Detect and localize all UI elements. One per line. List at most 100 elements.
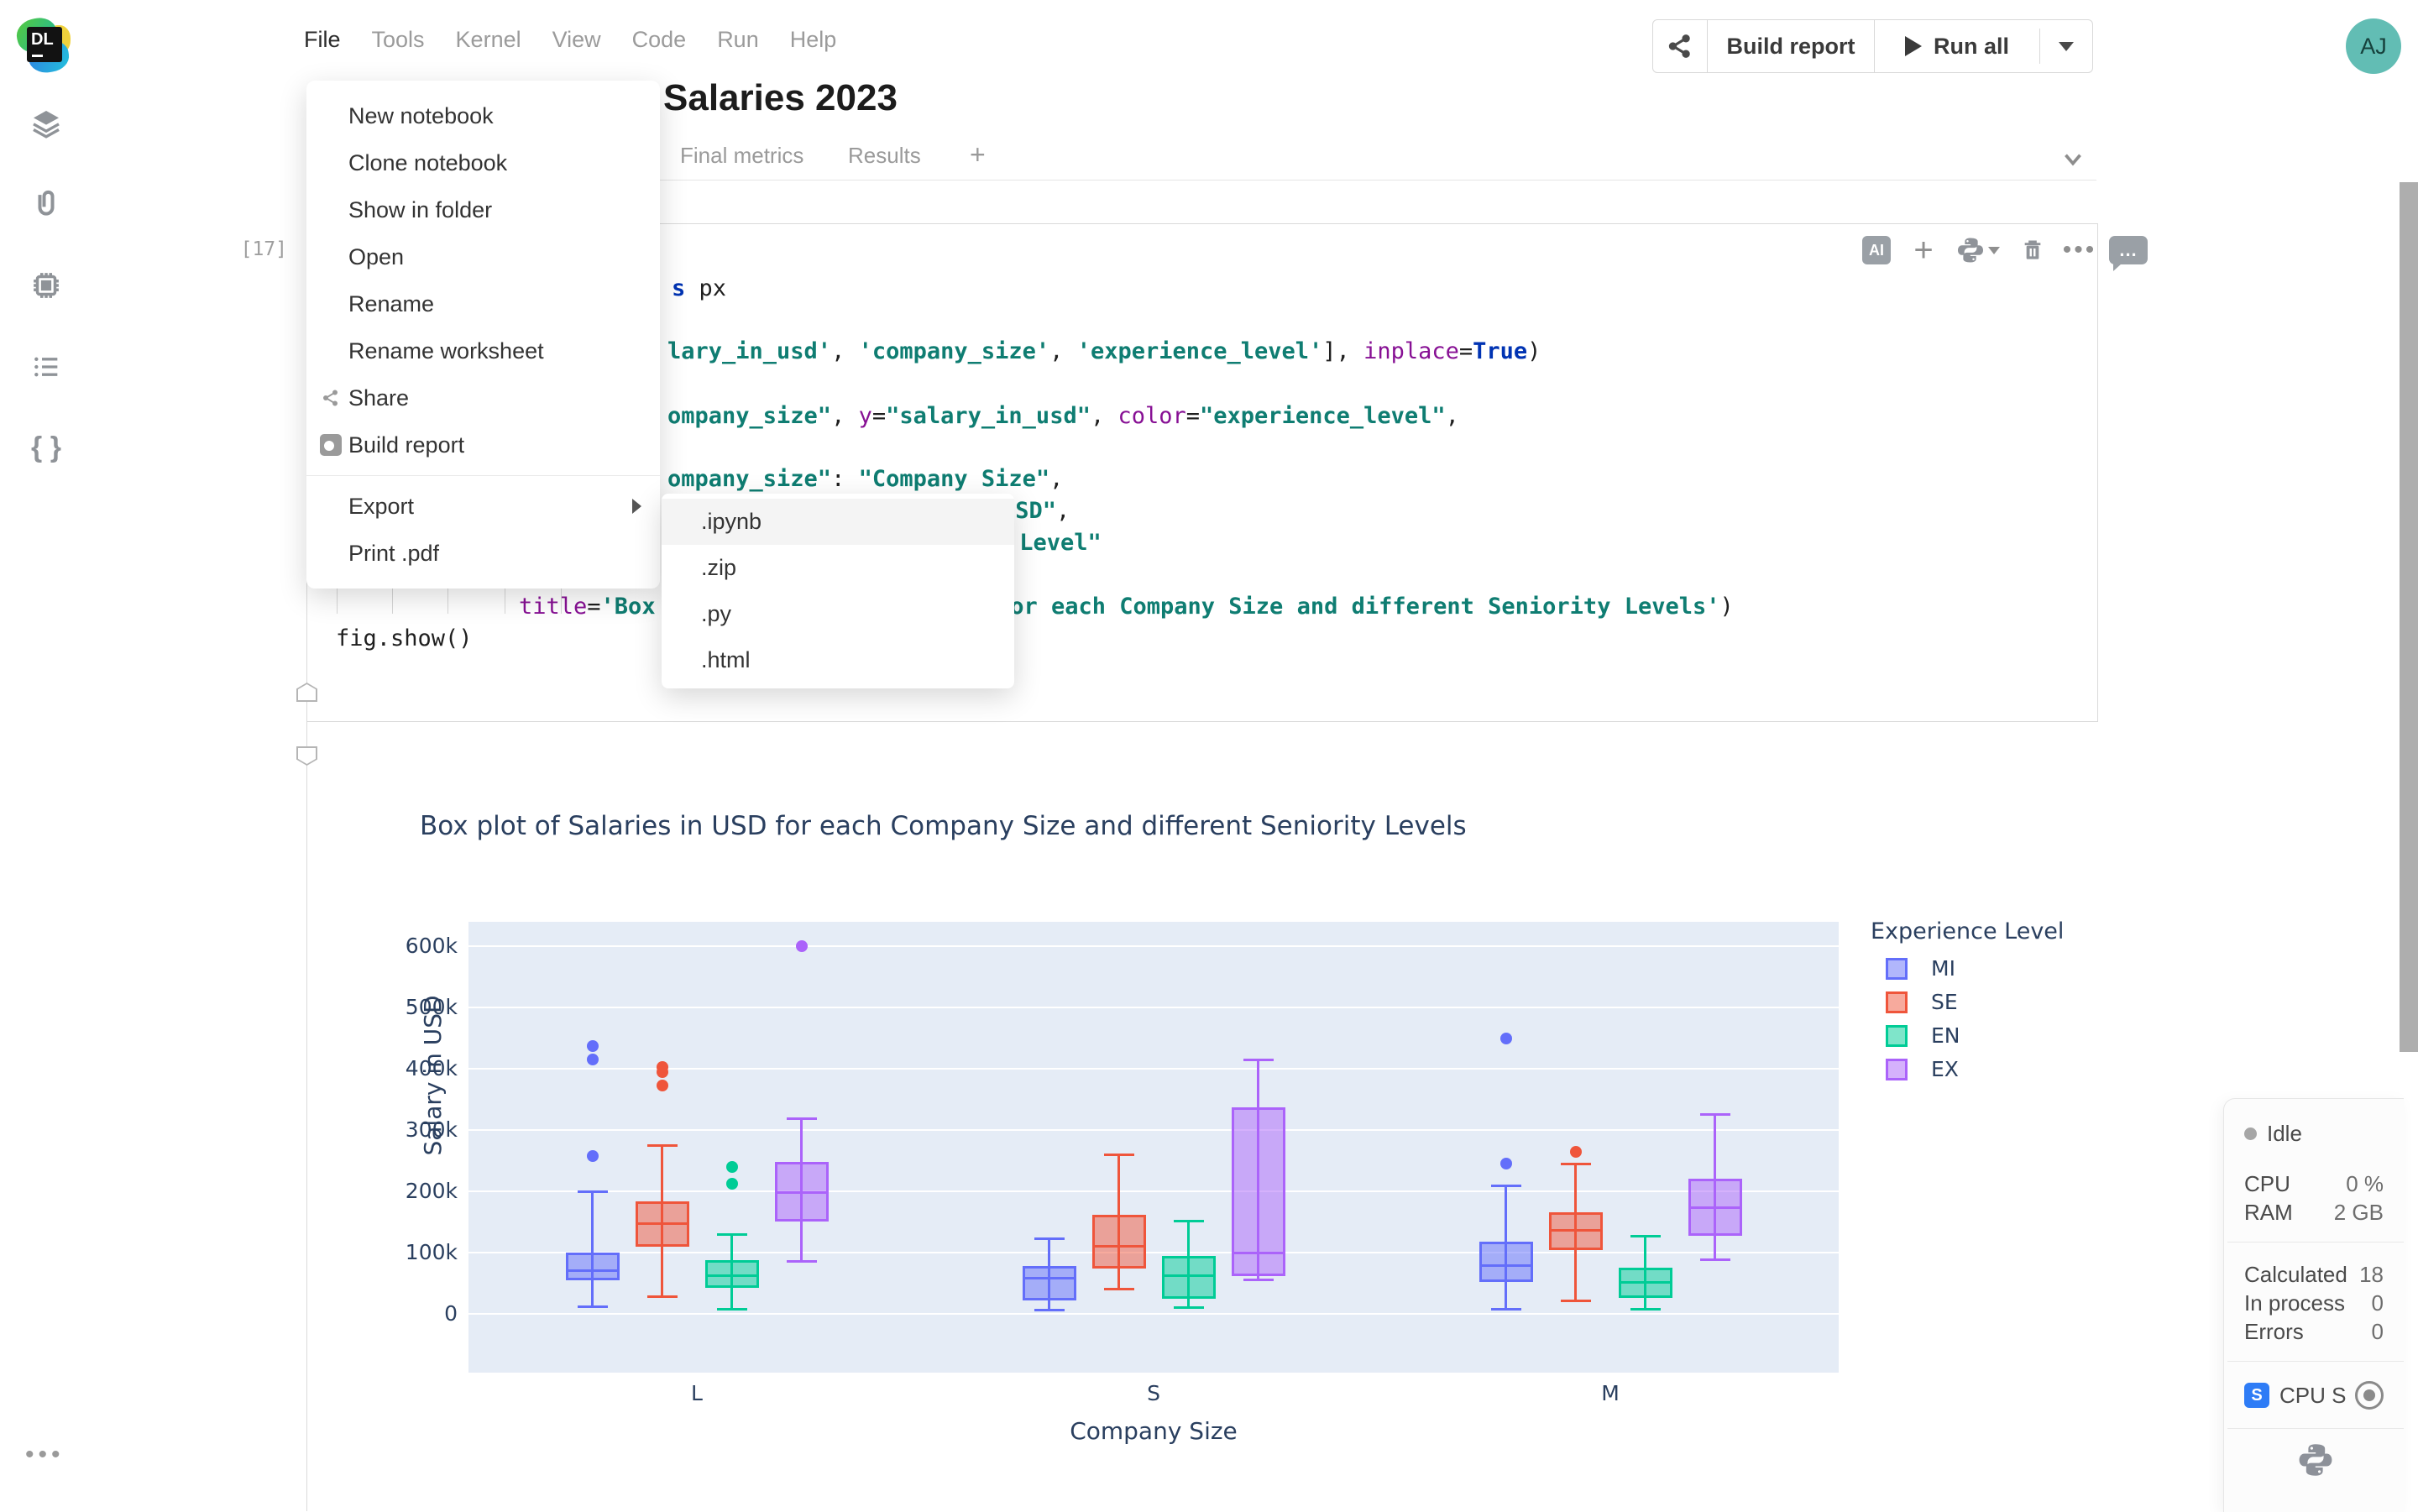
- code-line: s px: [672, 275, 726, 301]
- legend-item[interactable]: EX: [1886, 1057, 2064, 1081]
- menu-kernel[interactable]: Kernel: [456, 27, 521, 53]
- ai-icon[interactable]: AI: [1861, 234, 1892, 266]
- code-line: fig.show(): [336, 625, 473, 651]
- box-median: [1479, 1264, 1533, 1267]
- outlier-point: [1500, 1033, 1512, 1044]
- more-icon[interactable]: •••: [2064, 234, 2096, 266]
- machine-row[interactable]: S CPU S: [2244, 1381, 2384, 1410]
- x-tick-label: S: [1147, 1381, 1160, 1405]
- scrollbar[interactable]: [2400, 182, 2418, 1052]
- cpu-row: CPU 0 %: [2244, 1171, 2384, 1197]
- menu-help[interactable]: Help: [790, 27, 837, 53]
- comment-icon[interactable]: ...: [2109, 236, 2148, 264]
- box-whisker-cap: [1630, 1308, 1661, 1311]
- insert-cell-handle[interactable]: [296, 683, 317, 702]
- box: [1092, 1215, 1146, 1269]
- ram-row: RAM 2 GB: [2244, 1200, 2384, 1226]
- box-whisker-cap: [1034, 1309, 1065, 1311]
- menu-item-new-notebook[interactable]: New notebook: [306, 92, 660, 139]
- menu-divider: [306, 475, 660, 476]
- machine-icon[interactable]: [24, 263, 69, 308]
- python-kernel-icon[interactable]: [1955, 234, 2002, 266]
- box: [566, 1253, 620, 1280]
- code-line: lary_in_usd', 'company_size', 'experienc…: [667, 338, 1541, 364]
- play-icon: [1905, 36, 1922, 56]
- menu-item-clone-notebook[interactable]: Clone notebook: [306, 139, 660, 186]
- menu-item-share[interactable]: Share: [306, 374, 660, 421]
- insert-cell-handle[interactable]: [296, 746, 317, 766]
- machine-badge: S: [2244, 1383, 2269, 1408]
- box-whisker-cap: [578, 1190, 608, 1193]
- box-whisker-cap: [1104, 1154, 1134, 1156]
- toolbar-actions: Build report Run all: [1652, 19, 2093, 73]
- attachments-icon[interactable]: [24, 181, 69, 227]
- share-icon: [1666, 32, 1694, 60]
- menu-code[interactable]: Code: [632, 27, 687, 53]
- gridline: [468, 1190, 1839, 1192]
- run-all-button[interactable]: Run all: [1875, 20, 2039, 72]
- menu-item-print-pdf[interactable]: Print .pdf: [306, 530, 660, 577]
- in-process-label: In process: [2244, 1290, 2345, 1316]
- list-icon[interactable]: [24, 344, 69, 390]
- menu-item-build-report[interactable]: Build report: [306, 421, 660, 468]
- build-report-button[interactable]: Build report: [1708, 20, 1875, 72]
- avatar[interactable]: AJ: [2346, 18, 2401, 74]
- menu-view[interactable]: View: [552, 27, 601, 53]
- share-button[interactable]: [1653, 20, 1708, 72]
- add-cell-icon[interactable]: +: [1908, 234, 1939, 266]
- outlier-point: [657, 1080, 668, 1091]
- caret-down-icon: [2059, 42, 2074, 51]
- legend-item[interactable]: MI: [1886, 956, 2064, 981]
- legend-title: Experience Level: [1871, 918, 2064, 944]
- chevron-down-icon[interactable]: [2059, 144, 2087, 173]
- menu-item-rename-worksheet[interactable]: Rename worksheet: [306, 327, 660, 374]
- kernel-state-label: Idle: [2267, 1121, 2302, 1147]
- box-whisker-cap: [1174, 1220, 1204, 1222]
- box-whisker-cap: [717, 1233, 747, 1236]
- y-axis-title: Salary in USD: [419, 995, 447, 1155]
- indent-guide: [392, 589, 393, 614]
- menubar: File Tools Kernel View Code Run Help: [304, 27, 836, 53]
- gridline: [468, 1007, 1839, 1008]
- export-ipynb[interactable]: .ipynb: [662, 499, 1014, 545]
- legend-item[interactable]: SE: [1886, 990, 2064, 1014]
- tab-final-metrics[interactable]: Final metrics: [680, 143, 803, 169]
- export-py[interactable]: .py: [662, 591, 1014, 637]
- delete-cell-icon[interactable]: [2017, 234, 2049, 266]
- export-html[interactable]: .html: [662, 637, 1014, 683]
- menu-tools[interactable]: Tools: [372, 27, 425, 53]
- outlier-point: [726, 1178, 738, 1190]
- menu-file[interactable]: File: [304, 27, 341, 53]
- menu-run[interactable]: Run: [717, 27, 759, 53]
- cpu-label: CPU: [2244, 1171, 2290, 1197]
- sidebar-more-icon[interactable]: •••: [25, 1441, 65, 1469]
- layers-icon[interactable]: [24, 101, 69, 146]
- menu-item-export[interactable]: Export: [306, 483, 660, 530]
- box-whisker-cap: [1561, 1163, 1591, 1165]
- box-median: [1549, 1229, 1603, 1232]
- tab-results[interactable]: Results: [848, 143, 921, 169]
- box: [1479, 1242, 1533, 1282]
- legend-item[interactable]: EN: [1886, 1023, 2064, 1048]
- code-braces-icon[interactable]: { }: [24, 425, 69, 470]
- y-tick-label: 0: [374, 1301, 458, 1326]
- box-whisker-cap: [578, 1305, 608, 1308]
- add-worksheet-button[interactable]: +: [970, 139, 986, 170]
- box-median: [566, 1269, 620, 1272]
- python-kernel-icon[interactable]: [2297, 1441, 2334, 1478]
- menu-item-open[interactable]: Open: [306, 233, 660, 280]
- calculated-value: 18: [2359, 1262, 2384, 1288]
- datalore-logo[interactable]: DL: [18, 20, 72, 74]
- legend-swatch-icon: [1886, 1059, 1908, 1080]
- box: [1162, 1256, 1216, 1299]
- menu-item-show-in-folder[interactable]: Show in folder: [306, 186, 660, 233]
- machine-radio-icon[interactable]: [2355, 1381, 2384, 1410]
- build-report-icon: [320, 434, 342, 456]
- run-options-button[interactable]: [2040, 20, 2092, 72]
- export-zip[interactable]: .zip: [662, 545, 1014, 591]
- in-process-value: 0: [2372, 1290, 2384, 1316]
- box-median: [1162, 1274, 1216, 1277]
- gridline: [468, 1313, 1839, 1315]
- menu-item-rename[interactable]: Rename: [306, 280, 660, 327]
- box-whisker-cap: [1243, 1059, 1274, 1061]
